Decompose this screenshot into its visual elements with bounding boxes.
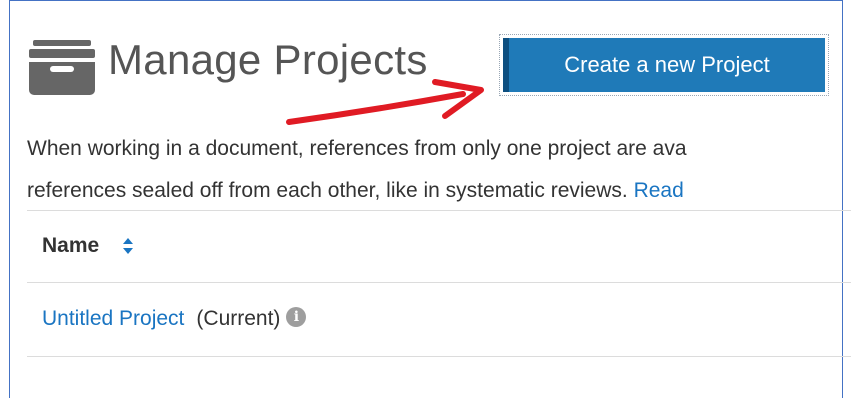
sort-icon[interactable] [121,236,135,256]
description-line-1: When working in a document, references f… [27,137,687,160]
divider [27,282,851,283]
divider [27,210,851,211]
project-name-link[interactable]: Untitled Project [42,307,184,331]
page-title: Manage Projects [108,36,428,83]
name-column-header[interactable]: Name [42,234,135,258]
create-project-button-focus-ring[interactable]: Create a new Project [499,34,829,96]
divider [27,356,851,357]
description-line-2-text: references sealed off from each other, l… [27,179,634,202]
current-project-badge: (Current) [196,307,281,330]
description-line-2: references sealed off from each other, l… [27,170,851,212]
name-column-label: Name [42,234,100,257]
table-row: Untitled Project (Current) i [42,307,307,331]
annotation-arrow-icon [286,79,484,125]
info-icon[interactable]: i [286,307,307,327]
projects-description: When working in a document, references f… [27,128,851,212]
read-more-link[interactable]: Read [634,179,684,202]
archive-icon [29,40,95,95]
create-project-button[interactable]: Create a new Project [503,38,825,92]
